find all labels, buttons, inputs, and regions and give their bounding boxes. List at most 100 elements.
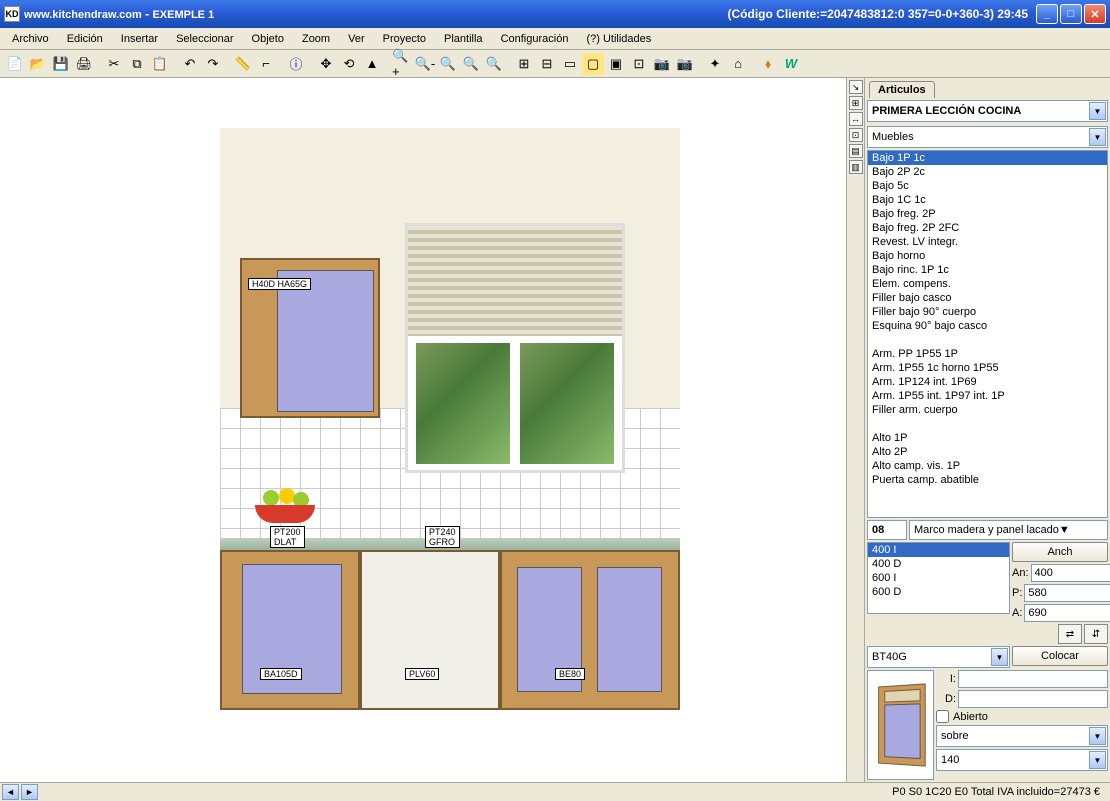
menu-proyecto[interactable]: Proyecto	[375, 30, 434, 48]
a-input[interactable]	[1024, 604, 1110, 622]
list-item[interactable]: Arm. 1P55 int. 1P97 int. 1P	[868, 389, 1107, 403]
print-icon[interactable]: 🖨	[73, 53, 95, 75]
list-item[interactable]: Arm. 1P55 1c horno 1P55	[868, 361, 1107, 375]
mt3-icon[interactable]: ↔	[849, 112, 863, 126]
list-item[interactable]: Bajo horno	[868, 249, 1107, 263]
list-item[interactable]: Bajo 5c	[868, 179, 1107, 193]
list-item[interactable]: Arm. 1P124 int. 1P69	[868, 375, 1107, 389]
list-item[interactable]: Alto camp. vis. 1P	[868, 459, 1107, 473]
chevron-down-icon[interactable]: ▼	[1089, 102, 1106, 120]
move-icon[interactable]: ✥	[315, 53, 337, 75]
mirror-icon[interactable]: ▲	[361, 53, 383, 75]
minimize-button[interactable]: _	[1036, 4, 1058, 24]
list-item[interactable]: Filler bajo 90° cuerpo	[868, 305, 1107, 319]
flip-v-icon[interactable]: ⇵	[1084, 624, 1108, 644]
variant-item[interactable]: 600 D	[868, 585, 1009, 599]
colocar-button[interactable]: Colocar	[1012, 646, 1108, 666]
list-item[interactable]: Bajo rinc. 1P 1c	[868, 263, 1107, 277]
redo-icon[interactable]: ↷	[202, 53, 224, 75]
menu-archivo[interactable]: Archivo	[4, 30, 57, 48]
tool-a-icon[interactable]: ✦	[704, 53, 726, 75]
menu-seleccionar[interactable]: Seleccionar	[168, 30, 241, 48]
list-item[interactable]: Puerta camp. abatible	[868, 473, 1107, 487]
view5-icon[interactable]: ▣	[605, 53, 627, 75]
measure-icon[interactable]: 📏	[232, 53, 254, 75]
scroll-right-icon[interactable]: ►	[21, 784, 38, 800]
sobre-combo[interactable]: sobre▼	[936, 725, 1108, 747]
list-item[interactable]: Filler bajo casco	[868, 291, 1107, 305]
zoom-fit-icon[interactable]: 🔍	[437, 53, 459, 75]
tab-articulos[interactable]: Articulos	[869, 81, 935, 98]
i-input[interactable]	[958, 670, 1108, 688]
h-scrollbar[interactable]: ◄ ► P0 S0 1C20 E0 Total IVA incluido=274…	[0, 782, 1110, 800]
view2-icon[interactable]: ⊟	[536, 53, 558, 75]
flip-h-icon[interactable]: ⇄	[1058, 624, 1082, 644]
maximize-button[interactable]: □	[1060, 4, 1082, 24]
view3-icon[interactable]: ▭	[559, 53, 581, 75]
zoom-in-icon[interactable]: 🔍+	[391, 53, 413, 75]
tool-c-icon[interactable]: ⬧	[757, 53, 779, 75]
menu-utilidades[interactable]: (?) Utilidades	[578, 30, 659, 48]
canvas[interactable]: H40D HA65G PT200 DLAT PT240 GFRO BA105D …	[0, 78, 864, 782]
list-item[interactable]: Esquina 90° bajo casco	[868, 319, 1107, 333]
mt6-icon[interactable]: ▥	[849, 160, 863, 174]
camera1-icon[interactable]: 📷	[651, 53, 673, 75]
lesson-combo[interactable]: PRIMERA LECCIÓN COCINA▼	[867, 100, 1108, 122]
window[interactable]	[405, 223, 625, 473]
desc-combo[interactable]: Marco madera y panel lacado▼	[909, 520, 1108, 540]
wall-icon[interactable]: ⌐	[255, 53, 277, 75]
mt4-icon[interactable]: ⊡	[849, 128, 863, 142]
chevron-down-icon[interactable]: ▼	[991, 648, 1008, 666]
variant-item[interactable]: 600 I	[868, 571, 1009, 585]
tool-w-icon[interactable]: W	[780, 53, 802, 75]
list-item[interactable]: Filler arm. cuerpo	[868, 403, 1107, 417]
copy-icon[interactable]: ⧉	[126, 53, 148, 75]
menu-configuracin[interactable]: Configuración	[493, 30, 577, 48]
view6-icon[interactable]: ⊡	[628, 53, 650, 75]
list-item[interactable]: Revest. LV integr.	[868, 235, 1107, 249]
list-item[interactable]: Bajo 2P 2c	[868, 165, 1107, 179]
chevron-down-icon[interactable]: ▼	[1089, 128, 1106, 146]
tool-b-icon[interactable]: ⌂	[727, 53, 749, 75]
menu-objeto[interactable]: Objeto	[244, 30, 292, 48]
list-item[interactable]: Bajo 1C 1c	[868, 193, 1107, 207]
mt5-icon[interactable]: ▤	[849, 144, 863, 158]
mt2-icon[interactable]: ⊞	[849, 96, 863, 110]
variant-list[interactable]: 400 I400 D600 I600 D	[867, 542, 1010, 614]
list-item[interactable]: Bajo freg. 2P 2FC	[868, 221, 1107, 235]
chevron-down-icon[interactable]: ▼	[1089, 751, 1106, 769]
cabinet-left[interactable]	[220, 550, 360, 710]
rotate-icon[interactable]: ⟲	[338, 53, 360, 75]
cabinet-right[interactable]	[500, 550, 680, 710]
list-item[interactable]: Bajo freg. 2P	[868, 207, 1107, 221]
view1-icon[interactable]: ⊞	[513, 53, 535, 75]
zoom-prev-icon[interactable]: 🔍	[483, 53, 505, 75]
list-item[interactable]: Arm. PP 1P55 1P	[868, 347, 1107, 361]
list-item[interactable]	[868, 417, 1107, 431]
category-combo[interactable]: Muebles▼	[867, 126, 1108, 148]
list-item[interactable]: Alto 1P	[868, 431, 1107, 445]
info-icon[interactable]: ⓘ	[285, 53, 307, 75]
list-item[interactable]: Elem. compens.	[868, 277, 1107, 291]
paste-icon[interactable]: 📋	[149, 53, 171, 75]
list-item[interactable]	[868, 333, 1107, 347]
an-input[interactable]	[1031, 564, 1110, 582]
scroll-left-icon[interactable]: ◄	[2, 784, 19, 800]
abierto-checkbox[interactable]	[936, 710, 949, 723]
menu-plantilla[interactable]: Plantilla	[436, 30, 491, 48]
alt-combo[interactable]: 140▼	[936, 749, 1108, 771]
anch-button[interactable]: Anch	[1012, 542, 1108, 562]
ref-combo[interactable]: BT40G▼	[867, 646, 1010, 668]
list-item[interactable]: Alto 2P	[868, 445, 1107, 459]
save-icon[interactable]: 💾	[50, 53, 72, 75]
new-icon[interactable]: 📄	[4, 53, 26, 75]
list-item[interactable]: Bajo 1P 1c	[868, 151, 1107, 165]
open-icon[interactable]: 📂	[27, 53, 49, 75]
mt1-icon[interactable]: ↘	[849, 80, 863, 94]
cut-icon[interactable]: ✂	[103, 53, 125, 75]
zoom-window-icon[interactable]: 🔍	[460, 53, 482, 75]
menu-zoom[interactable]: Zoom	[294, 30, 338, 48]
undo-icon[interactable]: ↶	[179, 53, 201, 75]
p-input[interactable]	[1024, 584, 1110, 602]
menu-insertar[interactable]: Insertar	[113, 30, 166, 48]
